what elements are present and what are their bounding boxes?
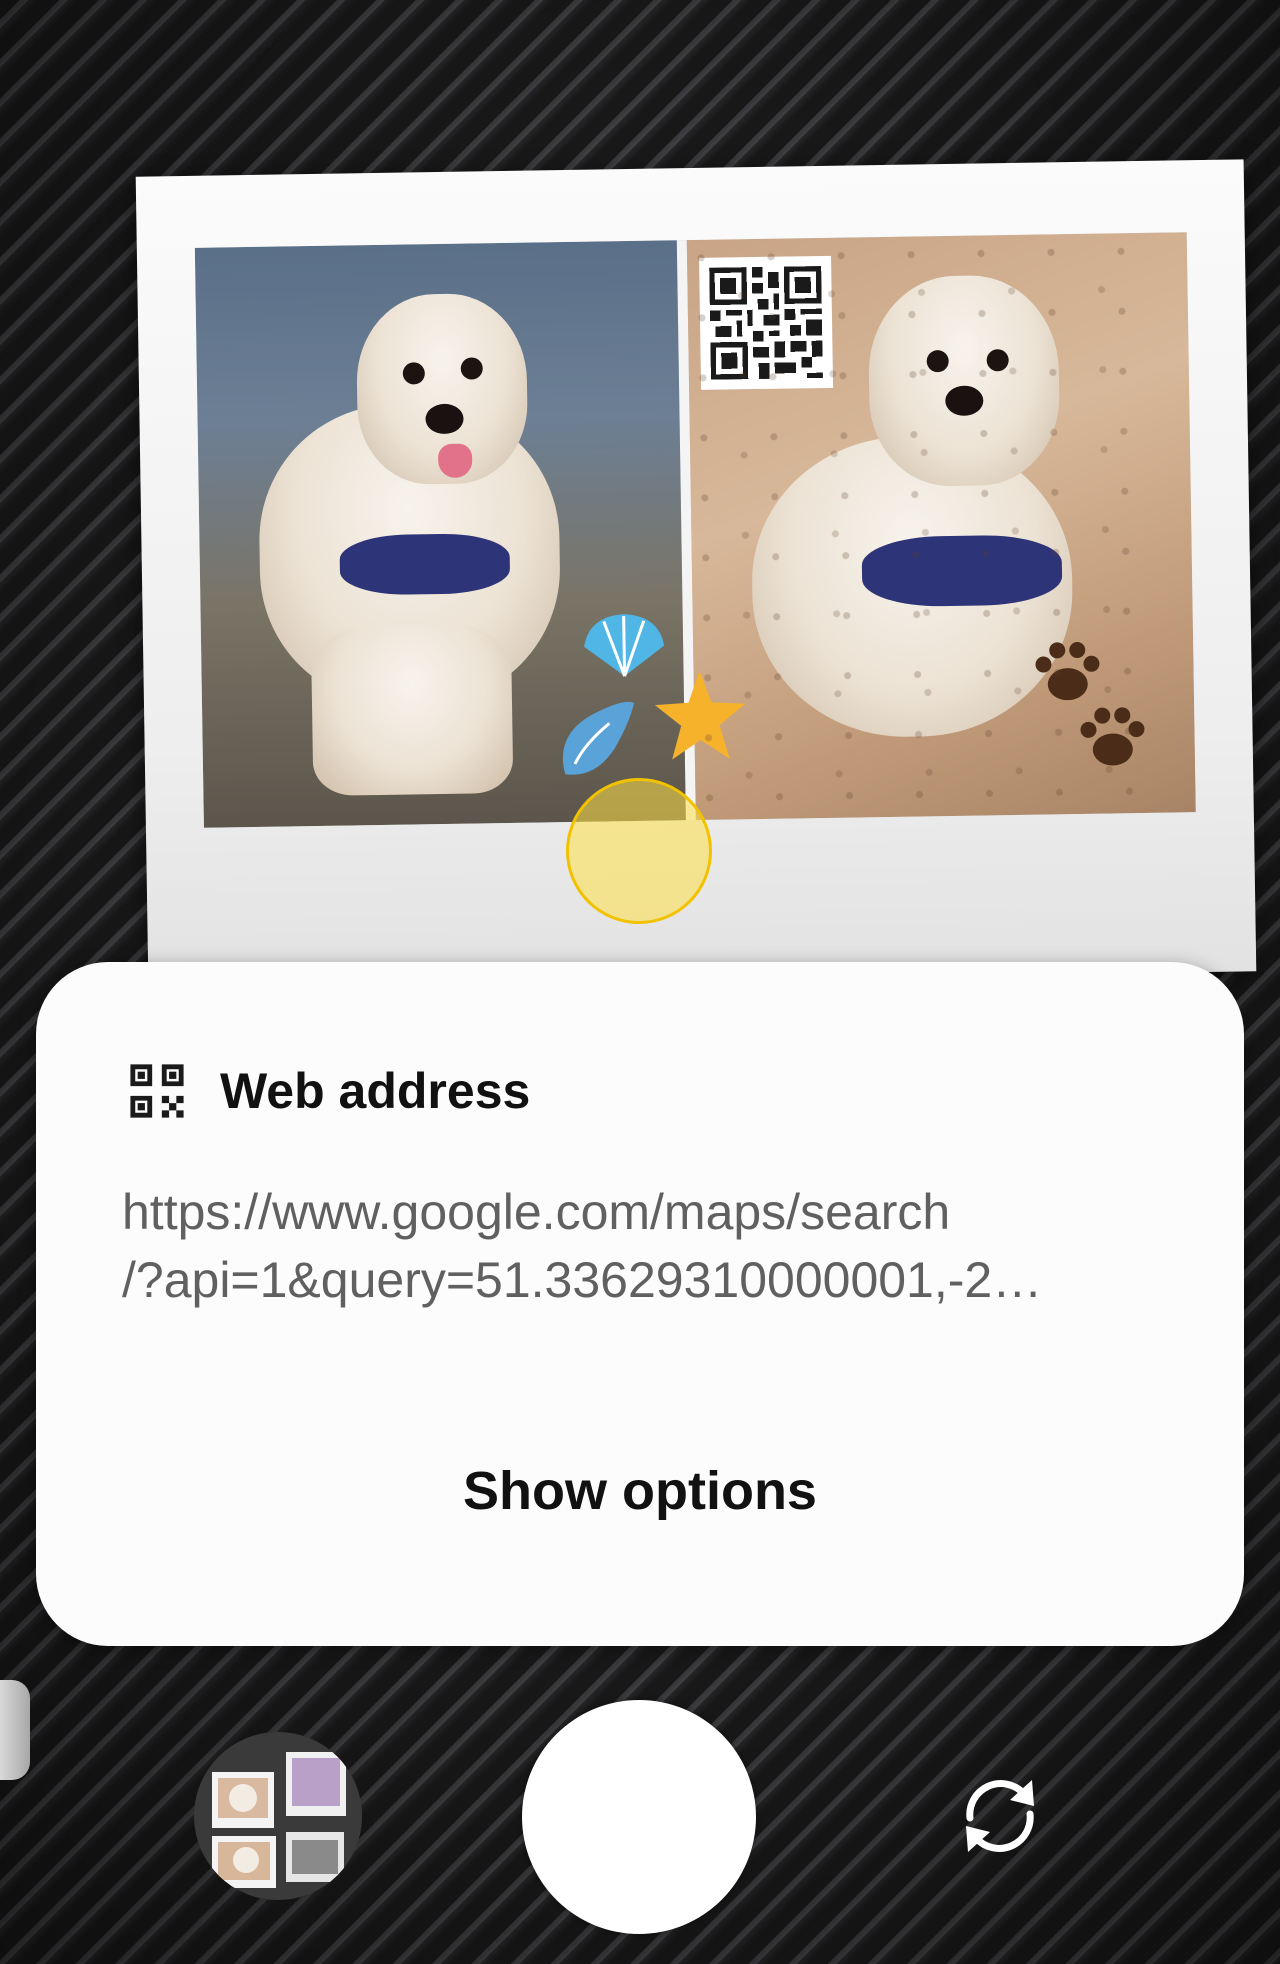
dog-nose (945, 385, 984, 417)
qr-code-icon (130, 1064, 184, 1118)
gallery-thumbnail[interactable] (194, 1732, 362, 1900)
switch-camera-icon[interactable] (950, 1766, 1050, 1866)
dog-eye (986, 349, 1009, 372)
dog-legs (310, 622, 514, 797)
show-options-button[interactable]: Show options (36, 1460, 1244, 1522)
url-line-1: https://www.google.com/maps/search (122, 1184, 951, 1240)
dog-body (749, 434, 1075, 740)
dog-harness (339, 532, 511, 596)
card-title: Web address (220, 1063, 531, 1119)
photo-left-panel (194, 240, 686, 828)
gallery-preview-image (194, 1732, 362, 1900)
qr-code-sticker (699, 255, 834, 390)
dog-head (867, 274, 1061, 488)
spiral-shell-sticker-icon (562, 701, 635, 775)
qr-result-card[interactable]: Web address https://www.google.com/maps/… (36, 962, 1244, 1646)
paw-prints-sticker-icon (1035, 642, 1145, 766)
scanned-url-text[interactable]: https://www.google.com/maps/search /?api… (122, 1178, 1162, 1314)
photo-right-panel (654, 232, 1196, 821)
shutter-button[interactable] (522, 1700, 756, 1934)
starfish-sticker-icon (654, 670, 746, 760)
partial-object-edge (0, 1680, 30, 1780)
qr-code-graphic-icon (709, 265, 823, 380)
card-header: Web address (128, 1062, 530, 1120)
photo-image-area (194, 232, 1196, 828)
url-line-2: /?api=1&query=51.33629310000001,-2… (122, 1252, 1043, 1308)
dog-harness (861, 534, 1063, 608)
focus-indicator (566, 778, 712, 924)
dog-eye (926, 350, 949, 373)
